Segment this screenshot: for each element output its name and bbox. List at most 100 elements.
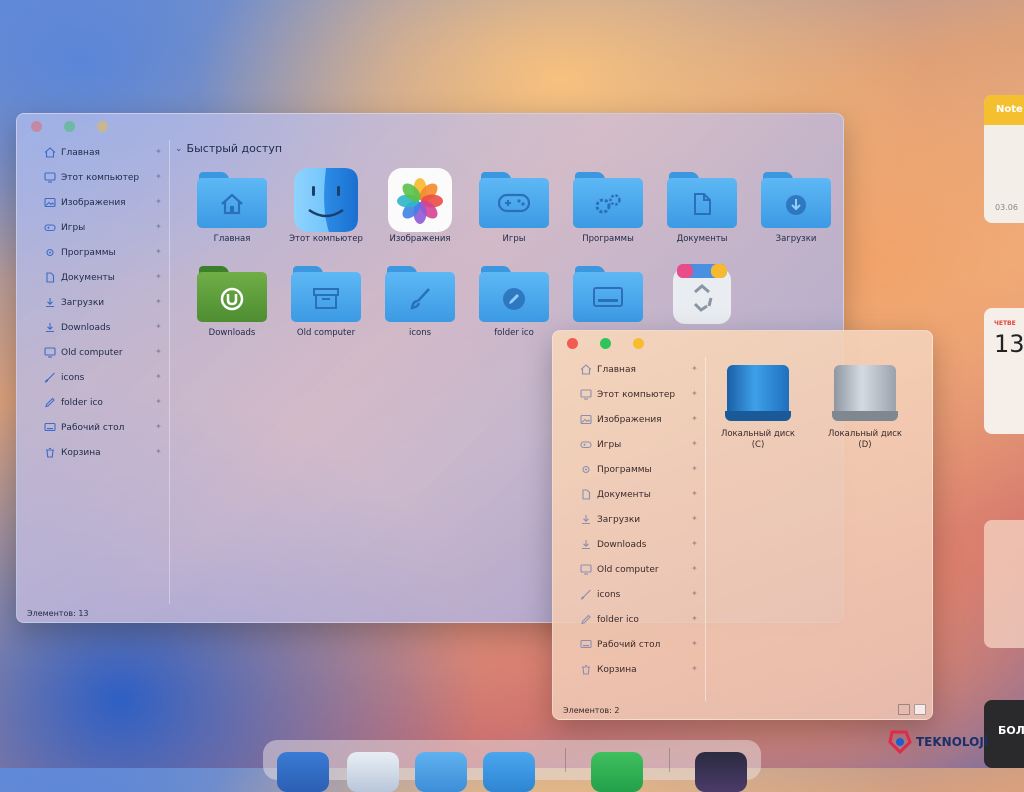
pin-icon[interactable]: ✦: [690, 664, 699, 673]
sidebar-item[interactable]: Программы ✦: [553, 457, 705, 482]
sidebar-item[interactable]: Игры ✦: [553, 432, 705, 457]
sidebar-item[interactable]: Old computer ✦: [17, 340, 169, 365]
sidebar-item-label: Документы: [597, 489, 651, 500]
folder-item[interactable]: icons: [373, 262, 467, 356]
sidebar-item[interactable]: Игры ✦: [17, 215, 169, 240]
folder-item[interactable]: Old computer: [279, 262, 373, 356]
sidebar-item[interactable]: Изображения ✦: [17, 190, 169, 215]
brush-folder-icon: [385, 262, 455, 322]
dock-app-icon[interactable]: [695, 752, 747, 792]
folder-item[interactable]: folder ico: [467, 262, 561, 356]
sidebar-item-label: Главная: [61, 147, 100, 158]
sidebar-item[interactable]: folder ico ✦: [553, 607, 705, 632]
pin-icon[interactable]: ✦: [154, 197, 163, 206]
utorrent-folder-icon: [197, 262, 267, 322]
pin-icon[interactable]: ✦: [154, 347, 163, 356]
pin-icon[interactable]: ✦: [690, 389, 699, 398]
pin-icon[interactable]: ✦: [690, 364, 699, 373]
explorer-window-this-pc[interactable]: Главная ✦ Этот компьютер ✦ Изображения ✦ Игры ✦…: [552, 330, 933, 720]
download-folder-icon: [761, 168, 831, 228]
pin-icon[interactable]: ✦: [690, 639, 699, 648]
dark-widget[interactable]: БОЛ: [984, 700, 1024, 768]
folder-item[interactable]: Программы: [561, 168, 655, 262]
folder-item[interactable]: Документы: [655, 168, 749, 262]
sidebar-item[interactable]: Downloads ✦: [553, 532, 705, 557]
sidebar-item[interactable]: Изображения ✦: [553, 407, 705, 432]
calendar-widget[interactable]: ЧЕТВЕ 13: [984, 308, 1024, 434]
pin-icon[interactable]: ✦: [154, 247, 163, 256]
folder-item[interactable]: Игры: [467, 168, 561, 262]
folder-item-label: Этот компьютер: [289, 234, 363, 244]
pin-icon[interactable]: ✦: [154, 222, 163, 231]
close-button[interactable]: [567, 338, 578, 349]
pin-icon[interactable]: ✦: [154, 272, 163, 281]
folder-item[interactable]: Изображения: [373, 168, 467, 262]
folder-item[interactable]: Downloads: [185, 262, 279, 356]
folder-item[interactable]: Этот компьютер: [279, 168, 373, 262]
pin-icon[interactable]: ✦: [690, 589, 699, 598]
pin-icon[interactable]: ✦: [154, 447, 163, 456]
dock-app-icon[interactable]: [415, 752, 467, 792]
desktop-icon: [579, 639, 592, 650]
sidebar-item[interactable]: Загрузки ✦: [553, 507, 705, 532]
gears-icon: [579, 464, 592, 475]
dock-folder-icon[interactable]: [483, 752, 535, 792]
sidebar-item[interactable]: Программы ✦: [17, 240, 169, 265]
sidebar-item[interactable]: Корзина ✦: [553, 657, 705, 682]
pin-icon[interactable]: ✦: [690, 539, 699, 548]
sidebar-item[interactable]: Рабочий стол ✦: [17, 415, 169, 440]
sidebar-item[interactable]: Этот компьютер ✦: [17, 165, 169, 190]
drive-d[interactable]: Локальный диск (D): [815, 359, 915, 451]
sidebar-item[interactable]: icons ✦: [17, 365, 169, 390]
sidebar-item[interactable]: Документы ✦: [553, 482, 705, 507]
pin-icon[interactable]: ✦: [154, 147, 163, 156]
sidebar-item[interactable]: Главная ✦: [17, 140, 169, 165]
pin-icon[interactable]: ✦: [690, 514, 699, 523]
sidebar-item[interactable]: icons ✦: [553, 582, 705, 607]
sidebar-item[interactable]: Главная ✦: [553, 357, 705, 382]
pin-icon[interactable]: ✦: [154, 172, 163, 181]
maximize-button[interactable]: [64, 121, 75, 132]
close-button[interactable]: [31, 121, 42, 132]
sidebar-item[interactable]: folder ico ✦: [17, 390, 169, 415]
sidebar-item[interactable]: Корзина ✦: [17, 440, 169, 465]
pin-icon[interactable]: ✦: [690, 439, 699, 448]
widget-card[interactable]: [984, 520, 1024, 648]
sidebar-item[interactable]: Old computer ✦: [553, 557, 705, 582]
drive-c[interactable]: Локальный диск (C): [708, 359, 808, 451]
pin-icon[interactable]: ✦: [690, 464, 699, 473]
pin-icon[interactable]: ✦: [154, 422, 163, 431]
pin-icon[interactable]: ✦: [154, 322, 163, 331]
folder-item-label: folder ico: [494, 328, 534, 338]
folder-item[interactable]: Главная: [185, 168, 279, 262]
pin-icon[interactable]: ✦: [690, 614, 699, 623]
pin-icon[interactable]: ✦: [154, 372, 163, 381]
dock-app-icon[interactable]: [277, 752, 329, 792]
grid-view-icon[interactable]: [914, 704, 926, 715]
pin-icon[interactable]: ✦: [690, 564, 699, 573]
sidebar-item[interactable]: Downloads ✦: [17, 315, 169, 340]
dock-app-icon[interactable]: [347, 752, 399, 792]
dock-app-icon[interactable]: [591, 752, 643, 792]
list-view-icon[interactable]: [898, 704, 910, 715]
sidebar-item[interactable]: Загрузки ✦: [17, 290, 169, 315]
drive-name: Локальный диск: [720, 429, 796, 439]
finder-icon: [291, 168, 361, 232]
minimize-button[interactable]: [97, 121, 108, 132]
folder-item[interactable]: Загрузки: [749, 168, 843, 262]
item-grid: Главная Этот компьютер Изображения Игры Пр…: [185, 168, 843, 356]
pin-icon[interactable]: ✦: [690, 414, 699, 423]
sidebar-item[interactable]: Документы ✦: [17, 265, 169, 290]
pin-icon[interactable]: ✦: [154, 297, 163, 306]
sidebar-item[interactable]: Этот компьютер ✦: [553, 382, 705, 407]
minimize-button[interactable]: [633, 338, 644, 349]
chevron-down-icon[interactable]: ⌄: [175, 144, 183, 154]
pin-icon[interactable]: ✦: [154, 397, 163, 406]
section-header[interactable]: ⌄ Быстрый доступ: [175, 142, 282, 155]
folder-item-label: Главная: [213, 234, 251, 244]
sidebar-item[interactable]: Рабочий стол ✦: [553, 632, 705, 657]
sidebar-item-label: Игры: [597, 439, 622, 450]
maximize-button[interactable]: [600, 338, 611, 349]
pin-icon[interactable]: ✦: [690, 489, 699, 498]
notes-widget[interactable]: Note 03.06: [984, 95, 1024, 223]
